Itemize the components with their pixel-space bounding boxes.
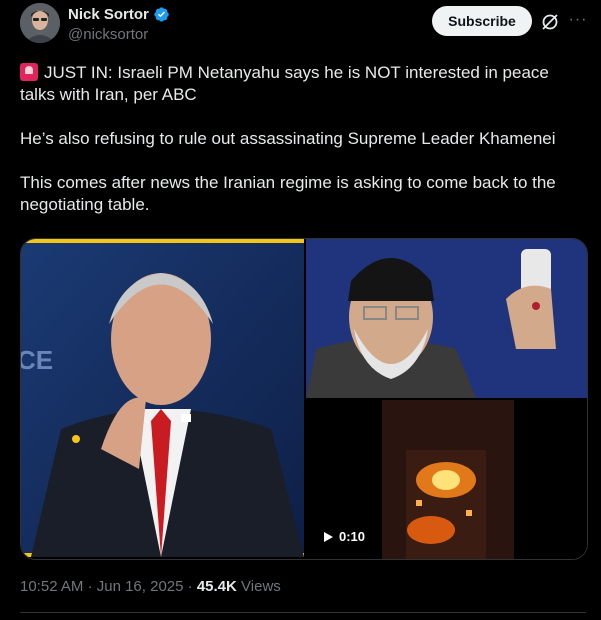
views-label: Views xyxy=(241,578,281,595)
rotating-light-icon xyxy=(20,63,38,81)
views-count[interactable]: 45.4K xyxy=(197,578,237,595)
khamenei-photo[interactable] xyxy=(306,239,587,398)
svg-text:CE: CE xyxy=(21,345,53,375)
author-name-row[interactable]: Nick Sortor xyxy=(68,6,170,23)
tweet-media[interactable]: CE 0:10 xyxy=(20,238,588,560)
video-duration: 0:10 xyxy=(339,529,366,544)
tweet-paragraph-3: This comes after news the Iranian regime… xyxy=(20,173,556,214)
tweet-meta: 10:52 AM · Jun 16, 2025 · 45.4K Views xyxy=(20,578,281,595)
video-thumbnail[interactable]: 0:10 xyxy=(306,400,587,559)
avatar-image xyxy=(20,3,60,43)
more-options-icon[interactable]: ··· xyxy=(568,10,588,30)
tweet-time[interactable]: 10:52 AM xyxy=(20,578,83,595)
subscribe-button[interactable]: Subscribe xyxy=(432,6,532,36)
play-icon xyxy=(324,531,333,542)
author-handle[interactable]: @nicksortor xyxy=(68,26,148,43)
meta-separator-2: · xyxy=(187,578,193,595)
meta-separator: · xyxy=(87,578,93,595)
tweet-text: JUST IN: Israeli PM Netanyahu says he is… xyxy=(20,62,585,238)
video-duration-badge: 0:10 xyxy=(316,526,373,547)
tweet-date[interactable]: Jun 16, 2025 xyxy=(97,578,184,595)
divider xyxy=(20,612,586,613)
tweet-line-1: JUST IN: Israeli PM Netanyahu says he is… xyxy=(20,63,549,104)
tweet-paragraph-1: JUST IN: Israeli PM Netanyahu says he is… xyxy=(20,62,585,106)
author-display-name[interactable]: Nick Sortor xyxy=(68,6,149,23)
netanyahu-photo[interactable]: CE xyxy=(21,239,304,557)
author-avatar[interactable] xyxy=(20,3,60,43)
grok-icon[interactable] xyxy=(540,12,560,32)
tweet-paragraph-2: He’s also refusing to rule out assassina… xyxy=(20,129,556,148)
verified-badge-icon xyxy=(154,7,169,22)
